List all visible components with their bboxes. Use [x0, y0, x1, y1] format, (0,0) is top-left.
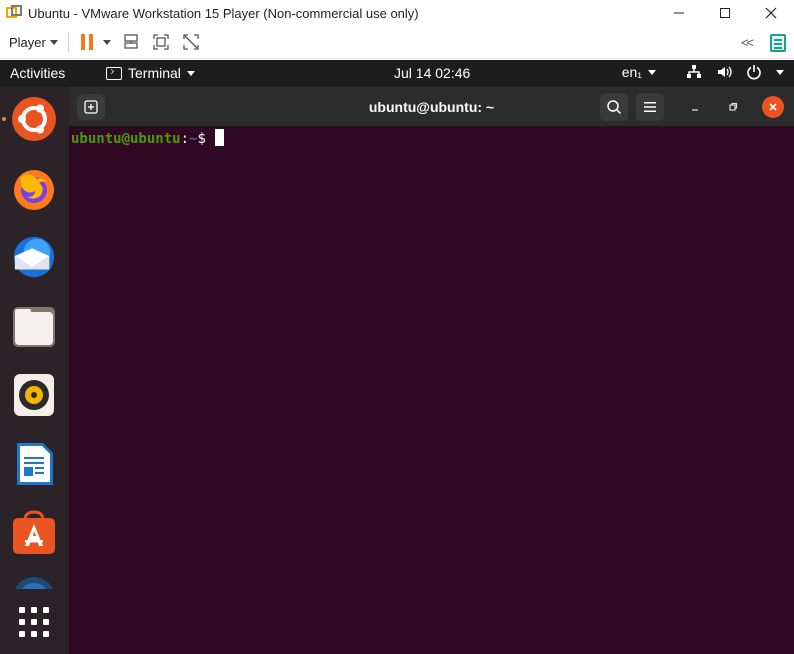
chevron-down-icon: [648, 69, 656, 75]
dock-item-help[interactable]: [11, 575, 57, 589]
dock-item-files[interactable]: [11, 303, 57, 349]
power-icon: [747, 65, 761, 80]
terminal-output[interactable]: ubuntu@ubuntu:~$: [71, 129, 224, 148]
vmware-title-bar: Ubuntu - VMware Workstation 15 Player (N…: [0, 0, 794, 26]
pause-button[interactable]: [80, 34, 93, 50]
pause-menu-chevron-icon[interactable]: [102, 39, 111, 45]
terminal-header-bar: ubuntu@ubuntu: ~: [69, 87, 794, 127]
dock-item-rhythmbox[interactable]: [11, 372, 57, 418]
help-icon: [15, 577, 53, 589]
toolbar-divider: [67, 32, 69, 52]
send-ctrl-alt-del-button[interactable]: [121, 32, 141, 52]
chevron-down-icon: [776, 69, 784, 75]
ubuntu-top-bar: Activities Terminal Jul 14 02:46 en₁: [0, 60, 794, 87]
close-terminal-button[interactable]: [762, 96, 784, 118]
terminal-icon: [106, 66, 122, 80]
dock-item-libreoffice-writer[interactable]: [11, 441, 57, 487]
close-icon: [765, 7, 777, 19]
prompt-separator: :: [180, 131, 190, 147]
maximize-icon: [720, 8, 730, 18]
unity-icon: [183, 34, 199, 50]
dock-item-ubuntu[interactable]: [2, 96, 57, 142]
chevron-down-icon: [186, 70, 195, 76]
app-menu[interactable]: Terminal: [106, 65, 195, 81]
input-language-selector[interactable]: en₁: [622, 64, 656, 80]
minimize-icon: [674, 12, 684, 14]
player-menu-label: Player: [9, 34, 46, 50]
fullscreen-icon: [153, 34, 169, 50]
restore-icon: [729, 102, 738, 111]
player-menu[interactable]: Player: [9, 35, 58, 50]
maximize-terminal-button[interactable]: [723, 97, 743, 117]
dock-item-thunderbird[interactable]: [11, 234, 57, 280]
prompt-user-host: ubuntu@ubuntu: [71, 131, 181, 147]
volume-icon: [718, 66, 732, 78]
network-icon: [687, 65, 701, 78]
search-icon: [607, 100, 622, 115]
maximize-button[interactable]: [702, 0, 748, 26]
system-status-area[interactable]: en₁: [622, 64, 784, 80]
fullscreen-button[interactable]: [151, 32, 171, 52]
dock-item-firefox[interactable]: [11, 165, 57, 211]
files-icon: [13, 307, 55, 347]
text-cursor: [214, 129, 224, 146]
search-button[interactable]: [600, 93, 628, 121]
show-applications-button[interactable]: [11, 599, 57, 645]
minimize-icon: [692, 109, 698, 111]
chevron-down-icon: [49, 39, 58, 45]
app-menu-label: Terminal: [128, 65, 181, 81]
dock-item-ubuntu-software[interactable]: [11, 510, 57, 556]
minimize-button[interactable]: [656, 0, 702, 26]
firefox-icon: [14, 170, 54, 210]
close-window-button[interactable]: [748, 0, 794, 26]
thunderbird-icon: [13, 236, 55, 278]
network-devices-icon: [124, 34, 138, 49]
software-icon: [13, 510, 55, 554]
writer-icon: [17, 443, 53, 485]
hamburger-icon: [644, 102, 656, 112]
rhythmbox-icon: [14, 374, 54, 416]
clock[interactable]: Jul 14 02:46: [394, 65, 470, 81]
close-icon: [769, 103, 777, 111]
terminal-window: ubuntu@ubuntu: ~ ubuntu@ubuntu:~$: [69, 87, 794, 654]
ubuntu-logo-icon: [12, 97, 56, 141]
window-title: Ubuntu - VMware Workstation 15 Player (N…: [28, 5, 419, 21]
minimize-terminal-button[interactable]: [685, 97, 705, 117]
collapse-toolbar-icon[interactable]: <<: [741, 35, 754, 50]
activities-button[interactable]: Activities: [10, 65, 65, 81]
unity-mode-button[interactable]: [181, 32, 201, 52]
notes-icon[interactable]: [770, 33, 786, 52]
running-indicator: [2, 117, 6, 121]
ubuntu-dock: [0, 87, 69, 654]
prompt-symbol: $: [197, 131, 206, 147]
vmware-toolbar: Player <<: [0, 26, 794, 59]
vmware-logo-icon: [6, 5, 22, 21]
app-grid-icon: [19, 607, 49, 637]
input-language-label: en₁: [621, 64, 642, 80]
hamburger-menu-button[interactable]: [636, 93, 664, 121]
